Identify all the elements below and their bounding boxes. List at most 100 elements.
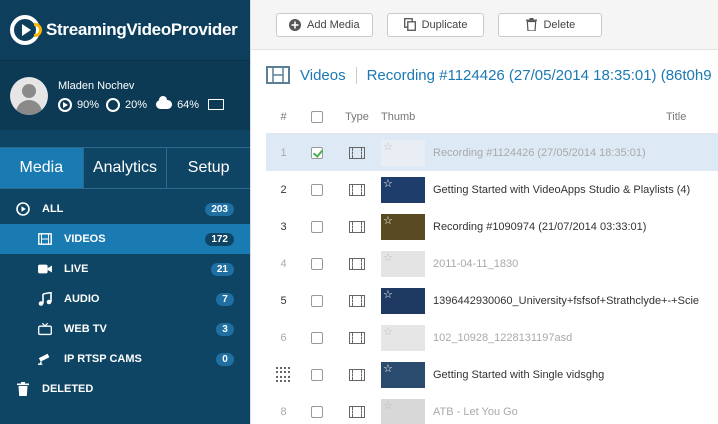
nav-item-live[interactable]: LIVE 21 [0, 254, 250, 284]
row-number: 5 [280, 294, 287, 307]
star-icon[interactable]: ☆ [383, 288, 393, 301]
film-icon [349, 368, 365, 381]
mail-icon[interactable] [208, 99, 225, 110]
row-checkbox[interactable] [311, 368, 323, 381]
media-table: 1 ☆ Recording #1124426 (27/05/2014 18:35:0… [251, 134, 718, 424]
table-row[interactable]: 6 ☆ 102_10928_1228131197asd [266, 319, 718, 356]
avatar[interactable] [10, 76, 48, 115]
video-thumbnail[interactable]: ☆ [381, 361, 425, 388]
select-all-checkbox[interactable] [311, 110, 323, 123]
row-number: 2 [280, 183, 287, 196]
row-title[interactable]: Getting Started with VideoApps Studio & … [433, 184, 718, 196]
nav-item-audio[interactable]: AUDIO 7 [0, 284, 250, 314]
row-checkbox[interactable] [311, 405, 323, 418]
music-icon [38, 292, 52, 306]
tab-media[interactable]: Media [0, 148, 84, 188]
row-title[interactable]: ATB - Let You Go [433, 406, 718, 418]
col-header-num[interactable]: # [266, 111, 301, 123]
table-row[interactable]: 3 ☆ Recording #1090974 (21/07/2014 03:33:0… [266, 208, 718, 245]
row-title[interactable]: Recording #1124426 (27/05/2014 18:35:01) [433, 147, 718, 159]
table-header: # Type Thumb Title [266, 100, 718, 134]
main-tabs: Media Analytics Setup [0, 147, 250, 189]
row-number: 6 [280, 331, 287, 344]
table-row[interactable]: 4 ☆ 2011-04-11_1830 [266, 245, 718, 282]
table-row[interactable]: 8 ☆ ATB - Let You Go [266, 393, 718, 424]
logo[interactable]: StreamingVideoProvider [0, 0, 250, 60]
star-icon[interactable]: ☆ [383, 251, 393, 264]
row-title[interactable]: Recording #1090974 (21/07/2014 03:33:01) [433, 221, 718, 233]
breadcrumb: Videos Recording #1124426 (27/05/2014 18… [251, 50, 718, 100]
video-thumbnail[interactable]: ☆ [381, 176, 425, 203]
table-row[interactable]: ☆ Getting Started with Single vidsghg [266, 356, 718, 393]
row-title[interactable]: 2011-04-11_1830 [433, 258, 718, 270]
col-header-title[interactable]: Title [433, 111, 718, 123]
table-row[interactable]: 1 ☆ Recording #1124426 (27/05/2014 18:35:0… [266, 134, 718, 171]
nav-item-deleted[interactable]: DELETED [0, 374, 250, 404]
user-name[interactable]: Mladen Nochev [58, 80, 224, 92]
duplicate-button[interactable]: Duplicate [386, 12, 485, 37]
nav-label: ALL [42, 203, 64, 215]
nav-count: 0 [216, 352, 234, 366]
tab-setup[interactable]: Setup [167, 148, 250, 188]
film-icon [349, 294, 365, 307]
nav-label: AUDIO [64, 293, 100, 305]
breadcrumb-videos[interactable]: Videos [300, 66, 357, 84]
logo-icon [10, 15, 42, 45]
stat-value: 90% [77, 98, 100, 111]
star-icon[interactable]: ☆ [383, 177, 393, 190]
col-header-type[interactable]: Type [333, 111, 381, 123]
user-panel: Mladen Nochev 90% 20% 64% [0, 60, 250, 130]
trash-icon [16, 382, 30, 396]
row-title[interactable]: Getting Started with Single vidsghg [433, 369, 718, 381]
nav-item-all[interactable]: ALL 203 [0, 194, 250, 224]
row-checkbox[interactable] [311, 294, 323, 307]
nav-label: WEB TV [64, 323, 107, 335]
media-nav: ALL 203 VIDEOS 172 LIVE 21 AUDIO 7 WEB T… [0, 194, 250, 404]
nav-item-ip-rtsp-cams[interactable]: IP RTSP CAMS 0 [0, 344, 250, 374]
tab-analytics[interactable]: Analytics [84, 148, 168, 188]
delete-button[interactable]: Delete [498, 12, 603, 37]
table-row[interactable]: 5 ☆ 1396442930060_University+fsfsof+Strath… [266, 282, 718, 319]
nav-item-videos[interactable]: VIDEOS 172 [0, 224, 250, 254]
star-icon[interactable]: ☆ [383, 325, 393, 338]
row-checkbox[interactable] [311, 220, 323, 233]
video-thumbnail[interactable]: ☆ [381, 139, 425, 166]
main-content: Add Media Duplicate Delete Videos Record… [250, 0, 718, 424]
row-checkbox[interactable] [311, 183, 323, 196]
tv-icon [38, 322, 52, 336]
star-icon[interactable]: ☆ [383, 140, 393, 153]
row-checkbox[interactable] [311, 257, 323, 270]
table-row[interactable]: 2 ☆ Getting Started with VideoApps Studio … [266, 171, 718, 208]
video-thumbnail[interactable]: ☆ [381, 213, 425, 240]
row-number: 3 [280, 220, 287, 233]
film-icon [38, 232, 52, 246]
toolbar: Add Media Duplicate Delete [251, 0, 718, 50]
nav-label: IP RTSP CAMS [64, 353, 142, 365]
col-header-thumb[interactable]: Thumb [381, 111, 433, 123]
copy-icon [403, 18, 416, 31]
stat-value: 20% [125, 98, 148, 111]
row-checkbox[interactable] [311, 331, 323, 344]
video-thumbnail[interactable]: ☆ [381, 287, 425, 314]
row-checkbox[interactable] [311, 146, 323, 159]
row-title[interactable]: 102_10928_1228131197asd [433, 332, 718, 344]
row-title[interactable]: 1396442930060_University+fsfsof+Strathcl… [433, 295, 718, 307]
nav-label: LIVE [64, 263, 89, 275]
brand-name: StreamingVideoProvider [46, 20, 238, 39]
video-thumbnail[interactable]: ☆ [381, 398, 425, 424]
nav-label: VIDEOS [64, 233, 106, 245]
nav-item-webtv[interactable]: WEB TV 3 [0, 314, 250, 344]
video-thumbnail[interactable]: ☆ [381, 324, 425, 351]
stat-value: 64% [177, 98, 200, 111]
trash-icon [525, 18, 537, 31]
drag-handle[interactable] [275, 366, 292, 383]
add-media-button[interactable]: Add Media [276, 12, 373, 37]
film-icon [349, 331, 365, 344]
star-icon[interactable]: ☆ [383, 399, 393, 412]
star-icon[interactable]: ☆ [383, 362, 393, 375]
nav-count: 172 [205, 232, 234, 246]
breadcrumb-current[interactable]: Recording #1124426 (27/05/2014 18:35:01)… [357, 67, 712, 84]
row-number: 8 [280, 405, 287, 418]
star-icon[interactable]: ☆ [383, 214, 393, 227]
video-thumbnail[interactable]: ☆ [381, 250, 425, 277]
